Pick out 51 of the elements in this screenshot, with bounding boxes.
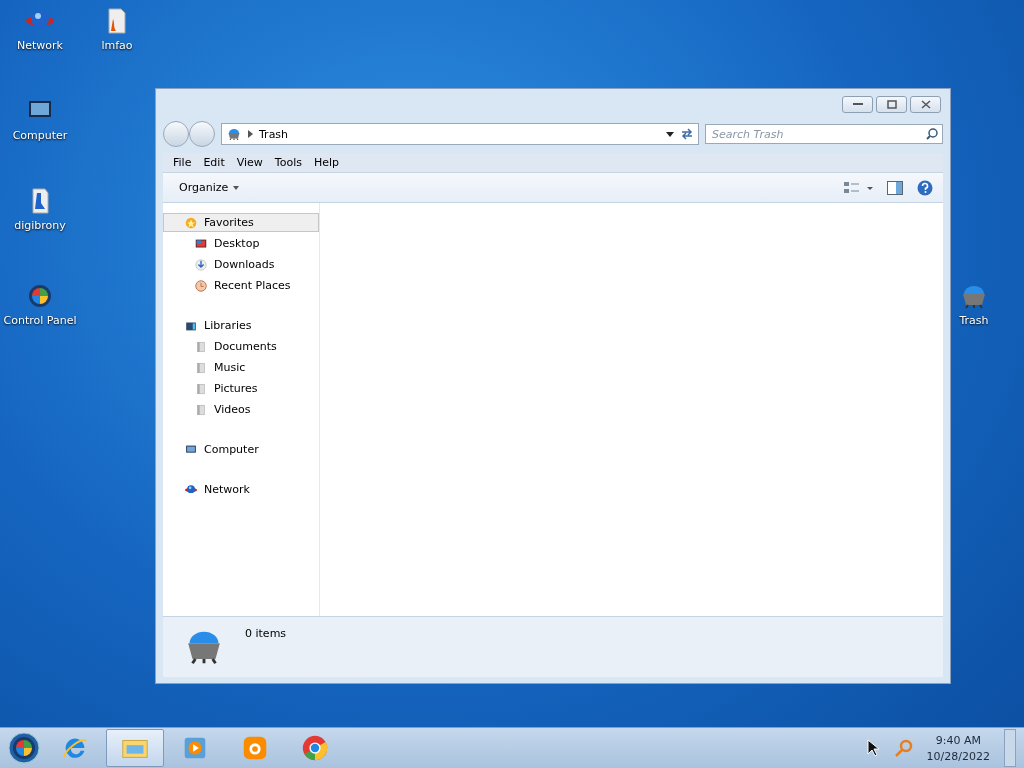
maximize-icon bbox=[886, 99, 897, 109]
nav-item[interactable]: Downloads bbox=[163, 255, 319, 274]
menu-item[interactable]: Tools bbox=[268, 156, 308, 169]
windows-logo-icon bbox=[13, 737, 35, 759]
address-bar[interactable]: Trash bbox=[221, 123, 699, 145]
nav-item[interactable]: Videos bbox=[163, 400, 319, 419]
caret-icon bbox=[233, 185, 240, 190]
nav-item[interactable]: Network bbox=[163, 480, 319, 499]
desktop-icon-label[interactable]: Trash bbox=[959, 314, 989, 327]
desktop-icon-label[interactable]: Computer bbox=[12, 129, 68, 142]
search-field[interactable]: Search Trash bbox=[705, 124, 943, 144]
maximize-button[interactable] bbox=[876, 95, 907, 113]
nav-item[interactable]: Computer bbox=[163, 440, 319, 459]
view-options-icon[interactable] bbox=[843, 180, 873, 195]
desktop-icon-label[interactable]: lmfao bbox=[101, 39, 133, 52]
menu-item[interactable]: File bbox=[167, 156, 198, 169]
desktop-icon-label[interactable]: Network bbox=[17, 39, 63, 52]
close-button[interactable] bbox=[910, 95, 941, 113]
menu-item[interactable]: View bbox=[230, 156, 269, 169]
dropdown-icon[interactable] bbox=[666, 131, 674, 137]
clock-icon bbox=[194, 278, 208, 293]
desktop-icon-label[interactable]: digibrony bbox=[14, 219, 66, 232]
nav-item[interactable]: Music bbox=[163, 358, 319, 377]
nav-item[interactable]: Favorites bbox=[163, 213, 319, 232]
cursor-icon bbox=[866, 739, 881, 757]
menu-item[interactable]: Edit bbox=[197, 156, 231, 169]
taskbar-button[interactable] bbox=[106, 729, 164, 767]
browser-icon bbox=[300, 733, 330, 763]
search-icon[interactable] bbox=[926, 128, 938, 140]
refresh-icon[interactable] bbox=[680, 128, 694, 140]
nav-item[interactable]: Recent Places bbox=[163, 276, 319, 295]
minimize-icon bbox=[852, 102, 863, 106]
nav-item[interactable]: Desktop bbox=[163, 234, 319, 253]
nav-item[interactable]: Libraries bbox=[163, 316, 319, 335]
back-button[interactable] bbox=[163, 121, 189, 147]
chevron-icon bbox=[248, 130, 253, 138]
desktop-icon-label[interactable]: Control Panel bbox=[3, 314, 77, 327]
item-count: 0 items bbox=[245, 627, 287, 640]
preview-pane-icon[interactable] bbox=[887, 180, 903, 195]
organize-button[interactable]: Organize bbox=[173, 179, 246, 196]
help-icon[interactable] bbox=[917, 179, 933, 196]
minimize-button[interactable] bbox=[842, 95, 873, 113]
nav-item[interactable]: Documents bbox=[163, 337, 319, 356]
show-desktop-button[interactable] bbox=[1004, 729, 1016, 767]
address-text: Trash bbox=[259, 127, 290, 141]
bowl-icon bbox=[226, 126, 242, 142]
close-icon bbox=[920, 99, 931, 109]
menu-item[interactable]: Help bbox=[307, 156, 346, 169]
clock[interactable]: 9:40 AM 10/28/2022 bbox=[926, 733, 990, 763]
nav-item[interactable]: Pictures bbox=[163, 379, 319, 398]
forward-button[interactable] bbox=[189, 121, 215, 147]
